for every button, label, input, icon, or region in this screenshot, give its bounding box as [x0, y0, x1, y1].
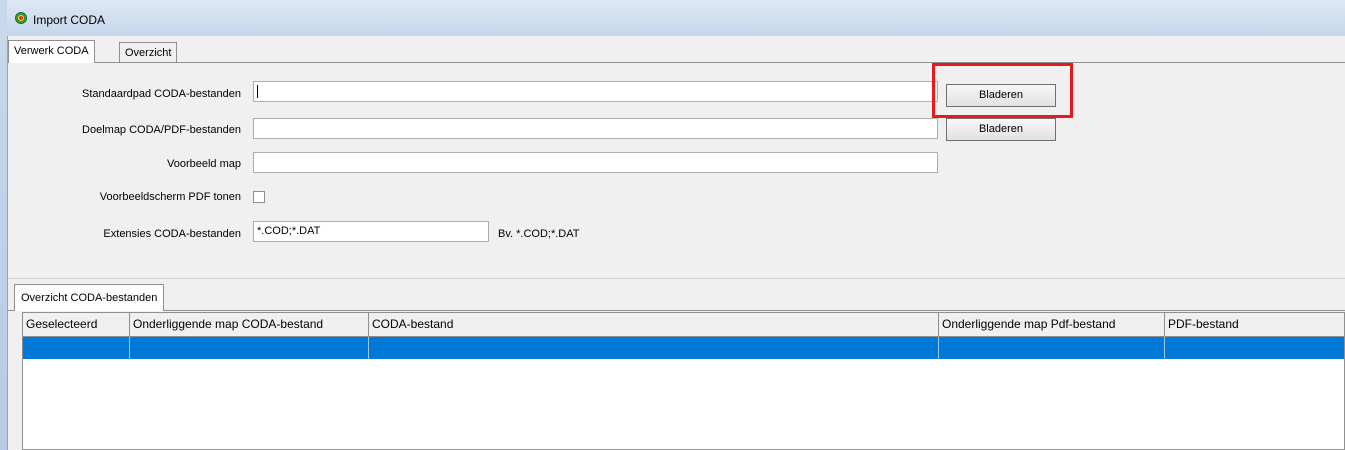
- table-cell[interactable]: [1165, 337, 1344, 359]
- tab-verwerk-coda[interactable]: Verwerk CODA: [8, 40, 95, 63]
- table-cell[interactable]: [939, 337, 1165, 359]
- voorbeeld-map-input[interactable]: [253, 152, 938, 173]
- column-header-onderliggende-map-pdf[interactable]: Onderliggende map Pdf-bestand: [939, 313, 1165, 337]
- grid-header: Geselecteerd Onderliggende map CODA-best…: [23, 313, 1344, 337]
- doelmap-input[interactable]: [253, 118, 938, 139]
- column-header-onderliggende-map-coda[interactable]: Onderliggende map CODA-bestand: [130, 313, 369, 337]
- main-window: Verwerk CODA Overzicht Standaardpad CODA…: [8, 36, 1345, 450]
- highlight-box: [932, 63, 1073, 118]
- title-bar[interactable]: Import CODA: [7, 0, 1345, 36]
- column-header-geselecteerd[interactable]: Geselecteerd: [23, 313, 130, 337]
- doelmap-label: Doelmap CODA/PDF-bestanden: [82, 124, 241, 136]
- voorbeeld-map-label: Voorbeeld map: [167, 158, 241, 170]
- extensies-label: Extensies CODA-bestanden: [103, 228, 241, 240]
- window-title: Import CODA: [33, 13, 106, 27]
- table-row[interactable]: [23, 337, 1344, 359]
- tab-overzicht-coda-bestanden[interactable]: Overzicht CODA-bestanden: [14, 284, 165, 311]
- coda-files-grid[interactable]: Geselecteerd Onderliggende map CODA-best…: [22, 312, 1345, 450]
- section-divider: [8, 278, 1345, 279]
- overview-panel-border: [8, 310, 1345, 311]
- table-cell[interactable]: [369, 337, 939, 359]
- column-header-coda-bestand[interactable]: CODA-bestand: [369, 313, 939, 337]
- standaardpad-input[interactable]: [253, 81, 938, 102]
- extensies-hint: Bv. *.COD;*.DAT: [498, 228, 580, 240]
- voorbeeldscherm-label: Voorbeeldscherm PDF tonen: [99, 191, 241, 203]
- column-header-pdf-bestand[interactable]: PDF-bestand: [1165, 313, 1344, 337]
- tab-overzicht[interactable]: Overzicht: [119, 42, 178, 62]
- table-cell[interactable]: [23, 337, 130, 359]
- tab-panel-border: [8, 62, 1345, 63]
- standaardpad-label: Standaardpad CODA-bestanden: [82, 88, 241, 100]
- doelmap-browse-button[interactable]: Bladeren: [946, 118, 1056, 141]
- table-cell[interactable]: [130, 337, 369, 359]
- extensies-input[interactable]: *.COD;*.DAT: [253, 221, 489, 242]
- app-icon: [15, 12, 27, 24]
- window-frame-left: [0, 0, 8, 450]
- voorbeeldscherm-checkbox[interactable]: [253, 191, 265, 203]
